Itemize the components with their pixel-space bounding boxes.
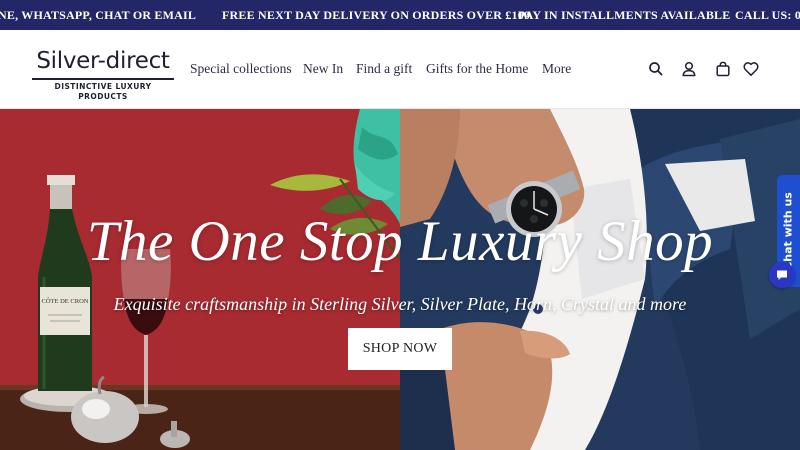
shop-now-button[interactable]: SHOP NOW [348, 328, 452, 370]
heart-icon[interactable] [742, 60, 760, 78]
nav-more[interactable]: More [542, 60, 571, 78]
hero-wine-image: CÔTE DE CRON [0, 109, 400, 450]
chat-bubble-icon[interactable] [769, 262, 795, 288]
logo-tagline: DISTINCTIVE LUXURY PRODUCTS [54, 82, 152, 101]
user-icon[interactable] [680, 60, 698, 78]
announcement-phone: CALL US: 0 [735, 8, 800, 22]
announcement-installments: PAY IN INSTALLMENTS AVAILABLE [518, 8, 731, 22]
hero-watch-image [400, 109, 800, 450]
hero-title: The One Stop Luxury Shop [86, 210, 714, 273]
announcement-delivery: FREE NEXT DAY DELIVERY ON ORDERS OVER £1… [222, 8, 531, 22]
hero-subtitle: Exquisite craftsmanship in Sterling Silv… [113, 294, 687, 314]
announcement-bar: NE, WHATSAPP, CHAT OR EMAIL FREE NEXT DA… [0, 0, 800, 30]
announcement-contact: NE, WHATSAPP, CHAT OR EMAIL [0, 8, 197, 22]
nav-find-a-gift[interactable]: Find a gift [356, 60, 412, 78]
bag-icon[interactable] [714, 60, 732, 78]
site-logo[interactable]: Silver-direct DISTINCTIVE LUXURY PRODUCT… [32, 47, 174, 101]
chat-tab-label: Chat with us [781, 192, 795, 270]
nav-gifts-for-the-home[interactable]: Gifts for the Home [426, 60, 528, 78]
hero-banner: CÔTE DE CRON The One Stop Luxury Shop Ex… [0, 109, 800, 450]
nav-special-collections[interactable]: Special collections [190, 60, 292, 78]
nav-new-in[interactable]: New In [303, 60, 343, 78]
logo-rule [32, 78, 174, 80]
search-icon[interactable] [647, 60, 665, 78]
logo-wordmark: Silver-direct [36, 48, 170, 74]
